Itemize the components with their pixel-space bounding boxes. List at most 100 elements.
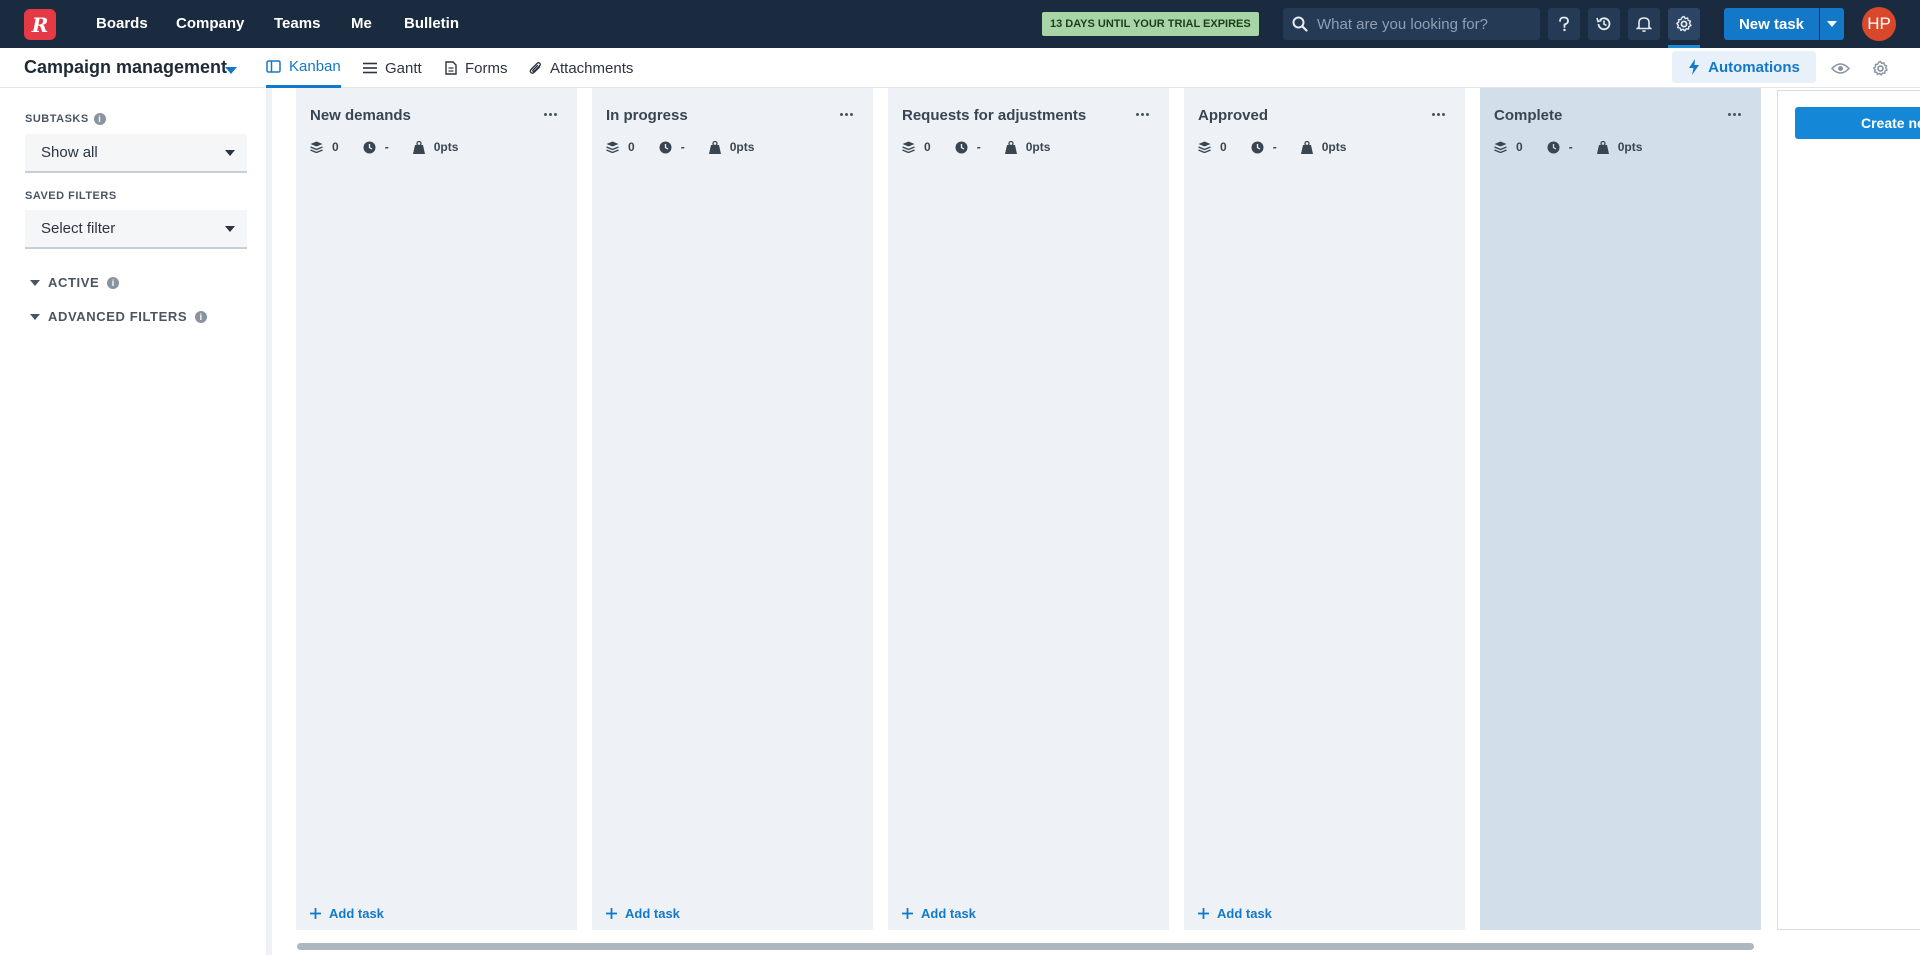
add-task-button[interactable]: Add task: [310, 906, 384, 921]
task-count: 0: [1516, 140, 1523, 154]
more-options-icon[interactable]: [840, 113, 853, 116]
tab-label: Gantt: [385, 59, 422, 77]
active-filters-toggle[interactable]: ACTIVE i: [30, 275, 120, 290]
more-options-icon[interactable]: [1728, 113, 1741, 116]
automations-label: Automations: [1708, 58, 1800, 76]
global-search[interactable]: [1283, 8, 1540, 40]
nav-boards[interactable]: Boards: [96, 15, 148, 32]
weight-icon: [708, 140, 721, 154]
clock-icon: [1547, 141, 1560, 153]
nav-teams[interactable]: Teams: [274, 15, 320, 32]
user-avatar[interactable]: HP: [1862, 7, 1896, 41]
column-stats: 0 - 0pts: [606, 140, 778, 154]
points-stat: 0pts: [1004, 140, 1051, 154]
help-icon[interactable]: [1548, 8, 1580, 40]
search-icon: [1283, 16, 1317, 32]
new-task-dropdown-button[interactable]: [1820, 8, 1844, 40]
nav-bulletin[interactable]: Bulletin: [404, 15, 459, 32]
task-count: 0: [332, 140, 339, 154]
board-header: Campaign management Kanban Gantt Forms A…: [0, 48, 1920, 88]
board-settings-icon[interactable]: [1870, 58, 1890, 78]
tab-gantt[interactable]: Gantt: [363, 48, 422, 88]
history-icon[interactable]: [1588, 8, 1620, 40]
create-column-button[interactable]: Create ne: [1795, 107, 1920, 139]
weight-icon: [412, 140, 425, 154]
tab-attachments[interactable]: Attachments: [529, 48, 633, 88]
column-title[interactable]: New demands: [310, 107, 411, 124]
column-stats: 0 - 0pts: [310, 140, 482, 154]
kanban-column: Approved 0 - 0pts Add task: [1184, 88, 1465, 930]
plus-icon: [606, 908, 617, 919]
more-options-icon[interactable]: [1136, 113, 1149, 116]
saved-filters-label: SAVED FILTERS: [25, 190, 117, 202]
board-switcher-button[interactable]: [221, 59, 241, 81]
column-stats: 0 - 0pts: [1198, 140, 1370, 154]
tab-label: Forms: [465, 59, 508, 77]
subtasks-select[interactable]: Show all: [25, 134, 247, 173]
time-stat: -: [955, 140, 981, 154]
trial-banner[interactable]: 13 DAYS UNTIL YOUR TRIAL EXPIRES: [1042, 12, 1259, 36]
app-logo[interactable]: R: [24, 9, 56, 40]
task-count: 0: [924, 140, 931, 154]
info-icon[interactable]: i: [195, 310, 208, 323]
tab-kanban[interactable]: Kanban: [266, 48, 341, 88]
time-stat: -: [659, 140, 685, 154]
points-value: 0pts: [729, 140, 755, 154]
add-task-button[interactable]: Add task: [902, 906, 976, 921]
column-title[interactable]: Requests for adjustments: [902, 107, 1086, 124]
document-icon: [445, 61, 457, 75]
more-options-icon[interactable]: [1432, 113, 1445, 116]
kanban-column: New demands 0 - 0pts Add task: [296, 88, 577, 930]
weight-icon: [1596, 140, 1609, 154]
advanced-filters-label: ADVANCED FILTERS: [48, 309, 188, 324]
points-stat: 0pts: [1300, 140, 1346, 154]
caret-down-icon: [225, 150, 235, 156]
automations-button[interactable]: Automations: [1672, 51, 1816, 83]
column-title[interactable]: In progress: [606, 107, 688, 124]
lightning-icon: [1689, 59, 1700, 75]
points-value: 0pts: [1025, 140, 1051, 154]
task-count: 0: [1220, 140, 1227, 154]
board-title: Campaign management: [24, 57, 228, 77]
column-title[interactable]: Approved: [1198, 107, 1268, 124]
search-input[interactable]: [1317, 15, 1527, 33]
nav-me[interactable]: Me: [351, 15, 372, 32]
stack-icon: [902, 141, 915, 153]
create-column-panel: Create ne: [1777, 90, 1920, 930]
saved-filters-select[interactable]: Select filter: [25, 210, 247, 249]
clock-icon: [1251, 141, 1264, 153]
filter-sidebar: SUBTASKS i Show all SAVED FILTERS Select…: [0, 88, 272, 955]
kanban-board: New demands 0 - 0pts Add task In progres…: [278, 88, 1920, 955]
time-value: -: [680, 140, 685, 154]
add-task-button[interactable]: Add task: [1198, 906, 1272, 921]
add-task-label: Add task: [1217, 906, 1272, 921]
info-icon[interactable]: i: [107, 276, 120, 289]
add-task-label: Add task: [921, 906, 976, 921]
time-value: -: [1272, 140, 1277, 154]
subtasks-label-text: SUBTASKS: [25, 113, 89, 125]
time-value: -: [384, 140, 389, 154]
advanced-filters-toggle[interactable]: ADVANCED FILTERS i: [30, 309, 208, 324]
tab-forms[interactable]: Forms: [445, 48, 508, 88]
info-icon[interactable]: i: [93, 113, 106, 125]
caret-down-icon: [30, 313, 40, 320]
eye-icon[interactable]: [1830, 58, 1850, 78]
column-title[interactable]: Complete: [1494, 107, 1562, 124]
horizontal-scrollbar[interactable]: [297, 943, 1754, 950]
settings-icon[interactable]: [1668, 8, 1700, 40]
caret-down-icon: [225, 226, 235, 232]
kanban-column: Complete 0 - 0pts: [1480, 88, 1761, 930]
nav-company[interactable]: Company: [176, 15, 244, 32]
points-stat: 0pts: [412, 140, 458, 154]
active-filters-label: ACTIVE: [48, 275, 100, 290]
bell-icon[interactable]: [1628, 8, 1660, 40]
new-task-button[interactable]: New task: [1724, 8, 1819, 40]
weight-icon: [1300, 140, 1313, 154]
add-task-button[interactable]: Add task: [606, 906, 680, 921]
more-options-icon[interactable]: [544, 113, 557, 116]
kanban-icon: [266, 60, 281, 73]
task-count-stat: 0: [310, 140, 339, 154]
task-count-stat: 0: [606, 140, 635, 154]
clock-icon: [955, 141, 968, 153]
time-stat: -: [1251, 140, 1277, 154]
